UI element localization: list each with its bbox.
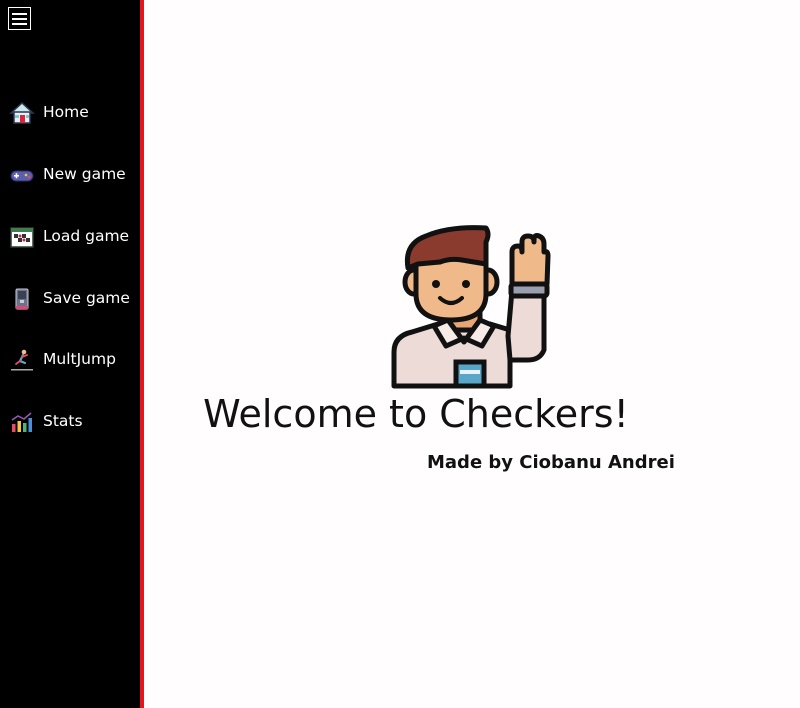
sidebar-item-label: Save game <box>43 289 130 307</box>
gamepad-icon <box>10 170 34 182</box>
game-board-icon <box>10 227 34 248</box>
sidebar-item-new-game[interactable]: New game <box>0 157 140 193</box>
menu-bar <box>12 13 27 15</box>
house-icon <box>9 101 35 124</box>
main-content: Welcome to Checkers! Made by Ciobanu And… <box>144 0 800 708</box>
hamburger-menu-button[interactable] <box>8 7 31 30</box>
sidebar-item-home[interactable]: Home <box>0 95 140 131</box>
sidebar-item-label: Home <box>43 103 89 121</box>
author-credit: Made by Ciobanu Andrei <box>427 452 675 473</box>
waving-man-icon <box>391 225 551 389</box>
sidebar-item-label: MultJump <box>43 350 116 368</box>
sidebar-item-multjump[interactable]: MultJump <box>0 342 140 378</box>
jumping-person-icon <box>11 349 33 371</box>
sidebar-item-save-game[interactable]: Save game <box>0 281 140 317</box>
sidebar-item-label: New game <box>43 165 126 183</box>
menu-bar <box>12 23 27 25</box>
sidebar: Home New game Load game Save game MultJu… <box>0 0 140 708</box>
sidebar-item-label: Load game <box>43 227 130 245</box>
menu-bar <box>12 18 27 20</box>
sidebar-item-load-game[interactable]: Load game <box>0 219 140 255</box>
welcome-title: Welcome to Checkers! <box>203 392 629 436</box>
floppy-device-icon <box>15 288 29 310</box>
